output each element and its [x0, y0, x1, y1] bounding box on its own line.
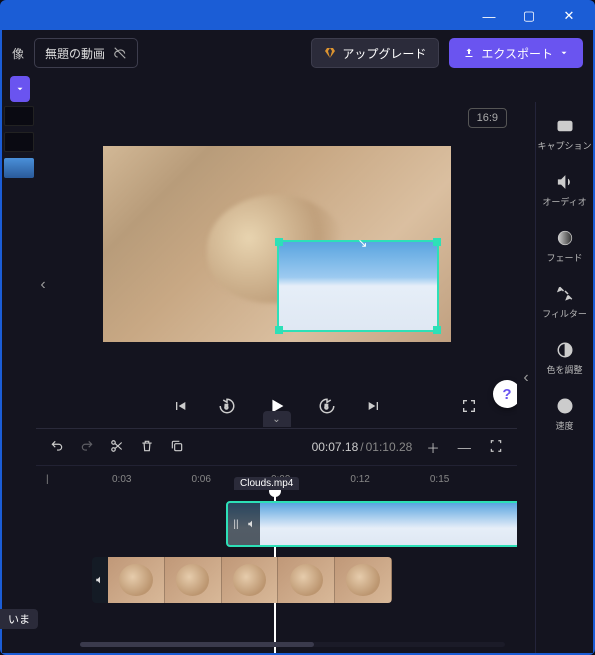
- resize-handle[interactable]: [433, 326, 441, 334]
- speed-icon: [556, 397, 574, 415]
- forward-button[interactable]: 5: [314, 393, 340, 422]
- export-button[interactable]: エクスポート: [449, 38, 583, 68]
- timeline-scrollbar[interactable]: [80, 642, 505, 647]
- split-button[interactable]: [108, 437, 126, 458]
- clip-label: Clouds.mp4: [234, 477, 299, 490]
- resize-handle[interactable]: [433, 238, 441, 246]
- side-audio[interactable]: オーディオ: [536, 164, 593, 216]
- add-track-button[interactable]: ＋: [424, 436, 441, 459]
- skip-end-button[interactable]: [362, 394, 386, 421]
- total-time: 01:10.28: [366, 440, 413, 454]
- maximize-button[interactable]: ▢: [509, 3, 549, 29]
- cloud-off-icon: [113, 46, 127, 60]
- expand-timeline-button[interactable]: ⌄: [263, 411, 291, 427]
- preview-area: ‹ 16:9 ↘ 5: [36, 102, 517, 428]
- mute-icon[interactable]: [244, 503, 260, 545]
- resize-handle[interactable]: [275, 238, 283, 246]
- side-captions[interactable]: キャプション: [536, 108, 593, 160]
- timeline-tracks: Clouds.mp4 ||: [36, 493, 517, 653]
- timeline-panel: ⌄ 00:07.18 / 01:10.28 ＋ ―: [36, 428, 517, 653]
- side-speed[interactable]: 速度: [536, 388, 593, 440]
- left-panel-tab[interactable]: [10, 76, 30, 102]
- export-icon: [463, 47, 475, 59]
- zoom-fit-button[interactable]: [487, 436, 505, 459]
- overlay-clip[interactable]: ↘: [277, 240, 439, 332]
- timeline-toolbar: 00:07.18 / 01:10.28 ＋ ―: [36, 429, 517, 465]
- clip-handle-left[interactable]: ||: [228, 503, 244, 545]
- resize-cursor-icon: ↘: [358, 236, 368, 250]
- current-time: 00:07.18: [312, 440, 359, 454]
- skip-start-button[interactable]: [168, 394, 192, 421]
- diamond-icon: [324, 47, 336, 59]
- fade-icon: [556, 229, 574, 247]
- redo-button[interactable]: [78, 437, 96, 458]
- side-fade[interactable]: フェード: [536, 220, 593, 272]
- delete-button[interactable]: [138, 437, 156, 458]
- time-display: 00:07.18 / 01:10.28: [312, 440, 413, 454]
- media-thumb[interactable]: [4, 158, 34, 178]
- left-category-char: 像: [12, 45, 24, 62]
- video-canvas[interactable]: ↘: [103, 146, 451, 342]
- media-library-strip: [2, 102, 36, 653]
- zoom-out-button[interactable]: ―: [456, 436, 473, 459]
- side-color[interactable]: 色を調整: [536, 332, 593, 384]
- timeline-clip-overlay[interactable]: ||: [226, 501, 517, 547]
- bottom-tag: いま: [0, 609, 38, 629]
- timeline-clip-main[interactable]: [92, 557, 392, 603]
- audio-icon: [556, 173, 574, 191]
- project-title-chip[interactable]: 無題の動画: [34, 38, 138, 68]
- window-titlebar: ― ▢ ✕: [2, 2, 593, 30]
- export-label: エクスポート: [481, 45, 553, 62]
- svg-text:5: 5: [224, 405, 228, 411]
- rewind-button[interactable]: 5: [214, 393, 240, 422]
- upgrade-label: アップグレード: [342, 45, 426, 62]
- close-button[interactable]: ✕: [549, 3, 589, 29]
- collapse-left-icon[interactable]: ‹: [36, 265, 52, 305]
- undo-button[interactable]: [48, 437, 66, 458]
- aspect-ratio-button[interactable]: 16:9: [468, 108, 507, 128]
- mute-icon[interactable]: [92, 557, 108, 603]
- media-thumb[interactable]: [4, 106, 34, 126]
- chevron-down-icon: [559, 48, 569, 58]
- contrast-icon: [556, 341, 574, 359]
- captions-icon: [556, 117, 574, 135]
- help-button[interactable]: ?: [493, 380, 517, 408]
- top-toolbar: 像 無題の動画 アップグレード エクスポート: [2, 30, 593, 76]
- collapse-right-icon[interactable]: ‹: [517, 358, 535, 398]
- upgrade-button[interactable]: アップグレード: [311, 38, 439, 68]
- filter-icon: [556, 285, 574, 303]
- project-title-text: 無題の動画: [45, 45, 105, 62]
- media-thumb[interactable]: [4, 132, 34, 152]
- minimize-button[interactable]: ―: [469, 3, 509, 29]
- properties-sidebar: キャプション オーディオ フェード フィルター 色を調整 速度: [535, 102, 593, 653]
- fullscreen-button[interactable]: [457, 394, 481, 421]
- side-filter[interactable]: フィルター: [536, 276, 593, 328]
- svg-text:5: 5: [324, 405, 328, 411]
- resize-handle[interactable]: [275, 326, 283, 334]
- duplicate-button[interactable]: [168, 437, 186, 458]
